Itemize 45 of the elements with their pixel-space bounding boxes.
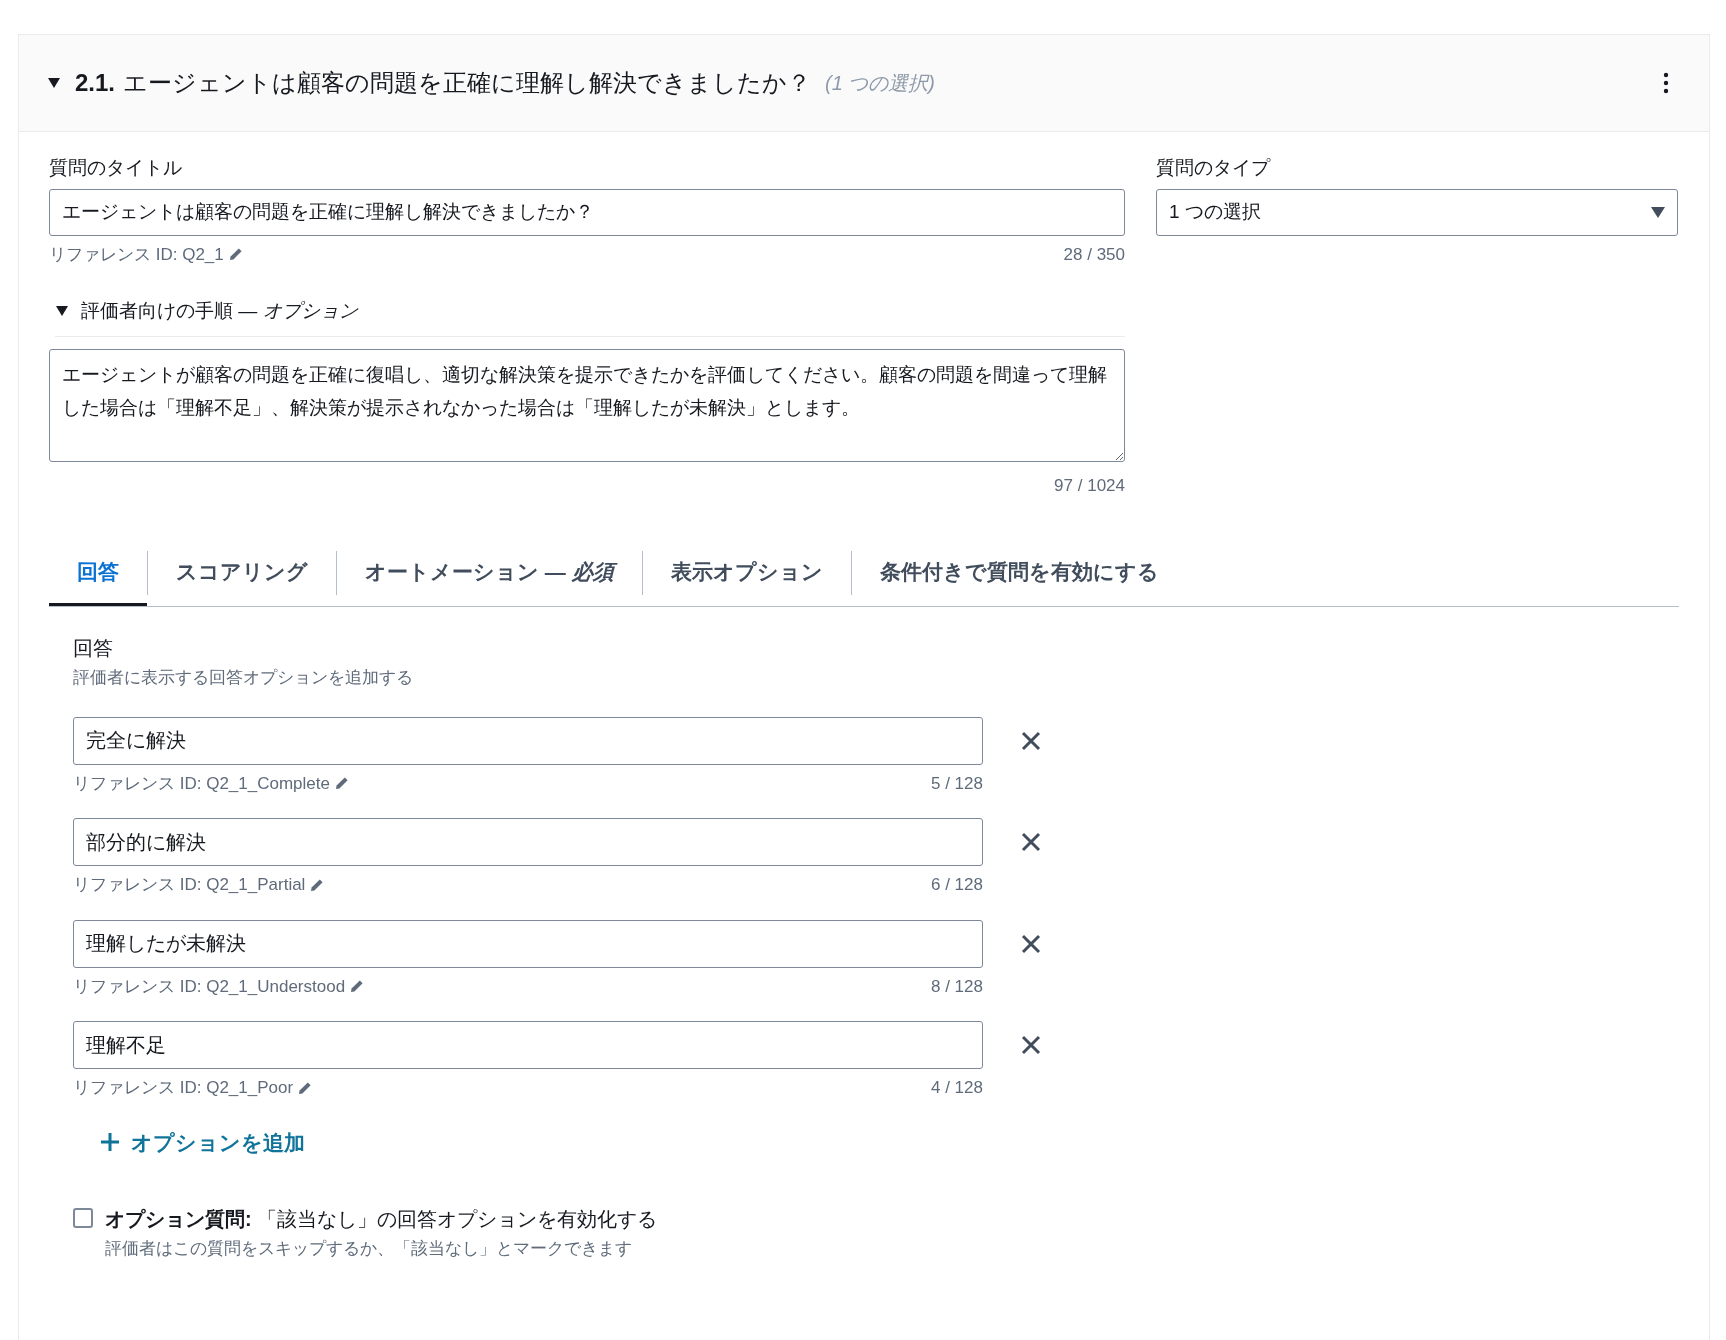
field-label: 質問のタイトル <box>49 156 183 180</box>
question-type-note: (1 つの選択) <box>825 71 936 96</box>
instructions-toggle[interactable]: 評価者向けの手順 — オプション <box>81 297 358 326</box>
tab[interactable]: 条件付きで質問を有効にする <box>851 540 1187 606</box>
close-icon[interactable] <box>1021 933 1041 954</box>
title-input[interactable]: エージェントは顧客の問題を正確に理解し解決できましたか？ <box>49 188 1125 236</box>
dropdown-caret-icon <box>1651 206 1665 218</box>
add-option-button[interactable]: オプションを追加 <box>101 1126 305 1158</box>
pencil-icon[interactable] <box>333 775 350 792</box>
question-number: 2.1. <box>75 68 116 98</box>
pencil-icon[interactable] <box>227 246 244 263</box>
reference-id: リファレンス ID: Q2_1_Complete <box>73 772 330 795</box>
tab[interactable]: スコアリング <box>148 540 336 606</box>
more-options-icon[interactable] <box>1663 72 1669 94</box>
character-counter: 28 / 350 <box>1063 243 1125 266</box>
checkbox[interactable] <box>73 1208 93 1228</box>
caret-icon[interactable] <box>47 77 61 89</box>
answer-option-input[interactable]: 理解不足 <box>73 1021 983 1069</box>
checkbox-label: オプション質問: 「該当なし」の回答オプションを有効化する <box>105 1207 658 1232</box>
answer-option-input[interactable]: 部分的に解決 <box>73 818 983 866</box>
character-counter: 97 / 1024 <box>1054 474 1125 497</box>
answer-option-input[interactable]: 理解したが未解決 <box>73 919 983 968</box>
question-heading: エージェントは顧客の問題を正確に理解し解決できましたか？ <box>123 68 812 98</box>
checkbox-description: 評価者はこの質問をスキップするか、「該当なし」とマークできます <box>105 1238 633 1260</box>
section-heading: 回答 <box>73 636 114 661</box>
reference-id: リファレンス ID: Q2_1_Partial <box>73 874 306 896</box>
tab[interactable]: オートメーション — 必須 <box>337 540 642 606</box>
close-icon[interactable] <box>1021 832 1041 852</box>
character-counter: 8 / 128 <box>931 975 983 998</box>
instructions-textarea[interactable]: エージェントが顧客の問題を正確に復唱し、適切な解決策を提示できたかを評価してください。顧客の問題を間違って理解した場合は「理解不足」、解決策が提示されなかった場合は「理解したが未解決」とします。 <box>49 348 1125 462</box>
reference-id: リファレンス ID: Q2_1_Understood <box>73 975 346 998</box>
section-description: 評価者に表示する回答オプションを追加する <box>73 667 414 689</box>
character-counter: 6 / 128 <box>931 874 983 896</box>
field-label: 質問のタイプ <box>1156 156 1272 180</box>
caret-icon[interactable] <box>55 305 69 318</box>
close-icon[interactable] <box>1021 1035 1041 1055</box>
close-icon[interactable] <box>1021 730 1041 751</box>
tab[interactable]: 表示オプション <box>642 540 851 606</box>
character-counter: 4 / 128 <box>931 1077 983 1099</box>
reference-id: リファレンス ID: Q2_1 <box>49 243 224 266</box>
question-type-select[interactable]: 1 つの選択 <box>1156 188 1678 236</box>
character-counter: 5 / 128 <box>931 772 983 795</box>
reference-id: リファレンス ID: Q2_1_Poor <box>73 1077 294 1099</box>
answer-option-input[interactable]: 完全に解決 <box>73 716 983 765</box>
plus-icon <box>101 1133 119 1152</box>
